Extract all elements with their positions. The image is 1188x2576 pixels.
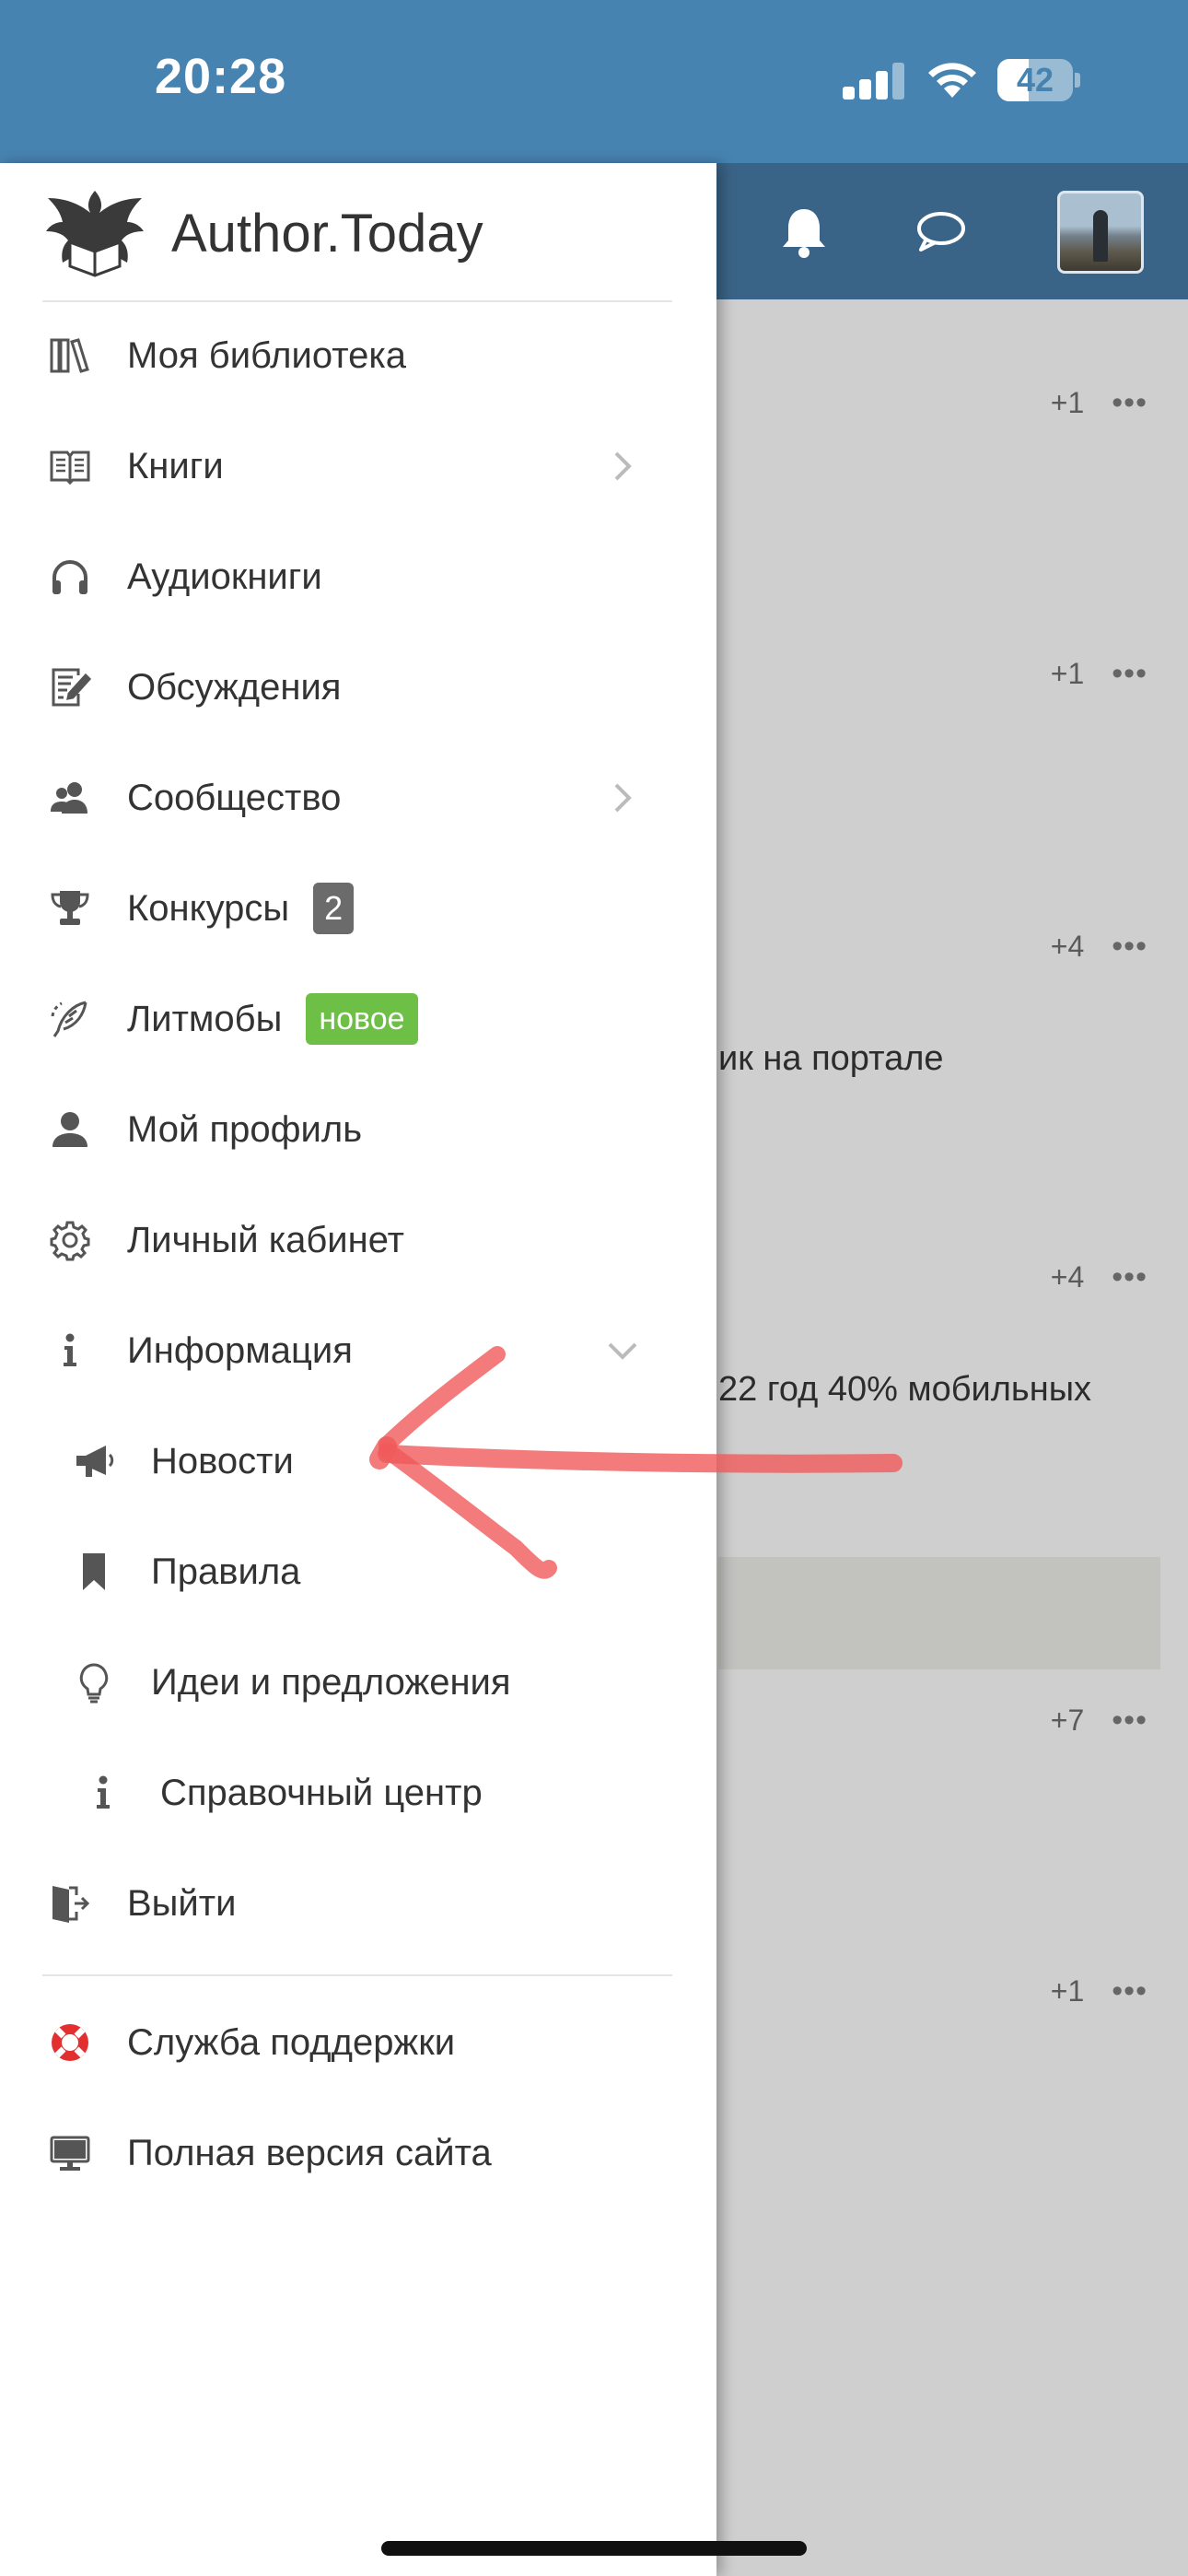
chevron-right-icon — [614, 783, 632, 813]
submenu-item-ideas[interactable]: Идеи и предложения — [42, 1636, 678, 1728]
info-icon — [42, 1327, 98, 1375]
open-book-icon — [42, 442, 98, 490]
headphones-icon — [42, 553, 98, 601]
exit-icon — [42, 1879, 98, 1927]
menu-item-label: Выйти — [127, 1882, 237, 1924]
lightbulb-icon — [66, 1658, 122, 1706]
gear-icon — [42, 1216, 98, 1264]
submenu-item-news[interactable]: Новости — [42, 1415, 678, 1507]
trophy-icon — [42, 884, 98, 932]
user-icon — [42, 1106, 98, 1153]
new-badge: новое — [306, 993, 418, 1045]
brand[interactable]: Author.Today — [42, 185, 483, 281]
desktop-icon — [42, 2129, 98, 2177]
books-icon — [42, 332, 98, 380]
submenu-item-rules[interactable]: Правила — [42, 1526, 678, 1618]
submenu-item-help-center[interactable]: Справочный центр — [52, 1747, 687, 1839]
menu-item-desktop-version[interactable]: Полная версия сайта — [42, 2107, 678, 2199]
like-count: +4 — [1050, 930, 1085, 963]
menu-item-label: Информация — [127, 1329, 353, 1371]
menu-item-label: Книги — [127, 445, 224, 486]
contests-count-badge: 2 — [313, 883, 355, 934]
quill-icon — [42, 995, 98, 1043]
menu-item-label: Аудиокниги — [127, 556, 322, 597]
like-count: +7 — [1050, 1704, 1085, 1737]
menu-item-label: Личный кабинет — [127, 1219, 404, 1260]
like-count: +1 — [1050, 1974, 1085, 2008]
like-count: +4 — [1050, 1260, 1085, 1294]
battery-icon: 42 — [997, 59, 1080, 101]
chat-icon[interactable] — [915, 209, 967, 255]
feed-item-meta: +1 ••• — [1051, 1973, 1147, 2009]
menu-item-label: Конкурсы — [127, 887, 290, 929]
menu-item-label: Служба поддержки — [127, 2021, 456, 2063]
menu-item-label: Идеи и предложения — [151, 1661, 511, 1703]
menu-item-books[interactable]: Книги — [42, 420, 678, 512]
home-indicator — [381, 2541, 807, 2556]
like-count: +1 — [1050, 386, 1085, 419]
feed-item-meta: +1 ••• — [1051, 385, 1147, 421]
menu-item-label: Новости — [151, 1440, 294, 1481]
info-icon — [76, 1769, 131, 1817]
bookmark-icon — [66, 1548, 122, 1596]
brand-name: Author.Today — [171, 203, 483, 263]
more-icon[interactable]: ••• — [1112, 1973, 1147, 2009]
menu-item-contests[interactable]: Конкурсы 2 — [42, 862, 678, 954]
menu-item-account[interactable]: Личный кабинет — [42, 1194, 678, 1286]
menu-item-audiobooks[interactable]: Аудиокниги — [42, 531, 678, 623]
feed-item-meta: +7 ••• — [1051, 1703, 1147, 1739]
feed-item-meta: +4 ••• — [1051, 1259, 1147, 1295]
navigation-drawer: Author.Today Моя библиотека Книги Аудиок… — [0, 163, 716, 2576]
feed-item-meta: +4 ••• — [1051, 929, 1147, 965]
user-avatar[interactable] — [1057, 191, 1144, 274]
like-count: +1 — [1050, 657, 1085, 690]
menu-item-label: Справочный центр — [160, 1772, 483, 1813]
menu-item-label: Сообщество — [127, 777, 342, 818]
menu-item-label: Правила — [151, 1551, 301, 1592]
wifi-icon — [928, 63, 976, 98]
edit-document-icon — [42, 663, 98, 711]
menu-item-support[interactable]: Служба поддержки — [42, 1996, 678, 2089]
bell-icon[interactable] — [779, 205, 829, 259]
lifebuoy-icon — [42, 2019, 98, 2067]
cellular-signal-icon — [843, 63, 905, 100]
menu-item-label: Мой профиль — [127, 1108, 363, 1150]
chevron-down-icon — [608, 1342, 637, 1360]
menu-item-community[interactable]: Сообщество — [42, 752, 678, 844]
menu-item-label: Моя библиотека — [127, 334, 406, 376]
feed-item-meta: +1 ••• — [1051, 656, 1147, 692]
more-icon[interactable]: ••• — [1112, 1259, 1147, 1295]
community-icon — [42, 774, 98, 822]
feed-text: 22 год 40% мобильных — [718, 1370, 1092, 1409]
menu-item-library[interactable]: Моя библиотека — [42, 310, 678, 402]
menu-item-information[interactable]: Информация — [42, 1305, 678, 1397]
battery-percentage: 42 — [1016, 61, 1054, 99]
more-icon[interactable]: ••• — [1112, 1703, 1147, 1739]
divider — [42, 300, 672, 302]
more-icon[interactable]: ••• — [1112, 929, 1147, 965]
eagle-logo-icon — [46, 191, 144, 277]
menu-item-discussions[interactable]: Обсуждения — [42, 641, 678, 733]
menu-item-profile[interactable]: Мой профиль — [42, 1083, 678, 1176]
menu-item-logout[interactable]: Выйти — [42, 1857, 678, 1950]
more-icon[interactable]: ••• — [1112, 385, 1147, 421]
divider — [42, 1974, 672, 1976]
menu-item-label: Полная версия сайта — [127, 2132, 492, 2173]
feed-text: ик на портале — [718, 1039, 944, 1078]
menu-item-label: Литмобы — [127, 998, 283, 1039]
feed-highlight-block — [718, 1557, 1160, 1669]
menu-item-litmobs[interactable]: Литмобы новое — [42, 973, 678, 1065]
status-bar: 20:28 42 — [0, 0, 1188, 163]
more-icon[interactable]: ••• — [1112, 656, 1147, 692]
chevron-right-icon — [614, 451, 632, 481]
status-time: 20:28 — [155, 49, 287, 104]
menu-item-label: Обсуждения — [127, 666, 342, 708]
megaphone-icon — [66, 1437, 122, 1485]
